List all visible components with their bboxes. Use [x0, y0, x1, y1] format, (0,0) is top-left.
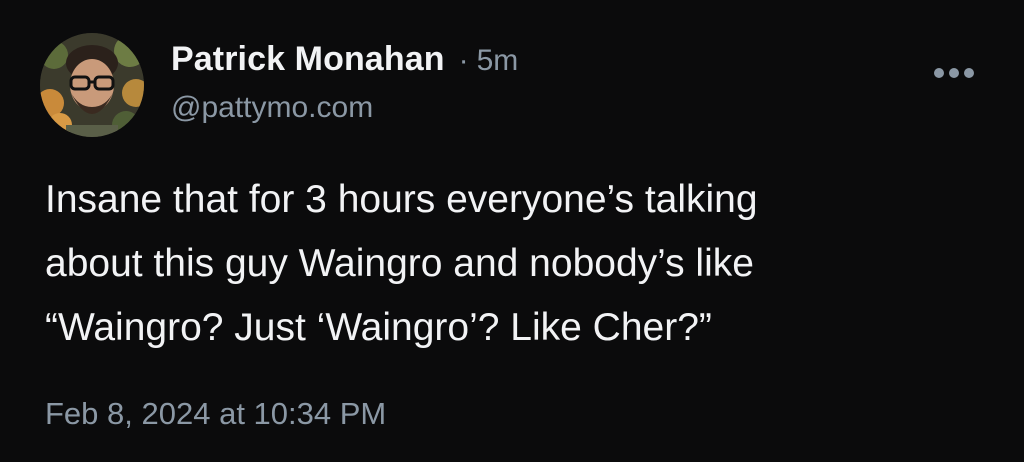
post-text-line: Insane that for 3 hours everyone’s talki…	[45, 178, 758, 221]
avatar-portrait-icon	[40, 33, 144, 137]
post-text-line: about this guy Waingro and nobody’s like	[45, 242, 754, 285]
separator-dot: ·	[458, 44, 469, 77]
author-avatar[interactable]	[40, 33, 144, 137]
author-display-name[interactable]: Patrick Monahan	[171, 40, 445, 79]
more-options-button[interactable]	[928, 60, 980, 86]
author-handle[interactable]: @pattymo.com	[171, 91, 518, 125]
post-text-line: “Waingro? Just ‘Waingro’? Like Cher?”	[45, 306, 712, 349]
name-row: Patrick Monahan · 5m	[171, 40, 518, 79]
more-horizontal-icon	[934, 68, 974, 78]
relative-timestamp[interactable]: 5m	[477, 44, 519, 78]
post-text: Insane that for 3 hours everyone’s talki…	[45, 168, 1005, 360]
post-full-timestamp[interactable]: Feb 8, 2024 at 10:34 PM	[45, 396, 386, 432]
post-header: Patrick Monahan · 5m @pattymo.com	[171, 40, 518, 125]
post-card: Patrick Monahan · 5m @pattymo.com Insane…	[0, 0, 1024, 462]
